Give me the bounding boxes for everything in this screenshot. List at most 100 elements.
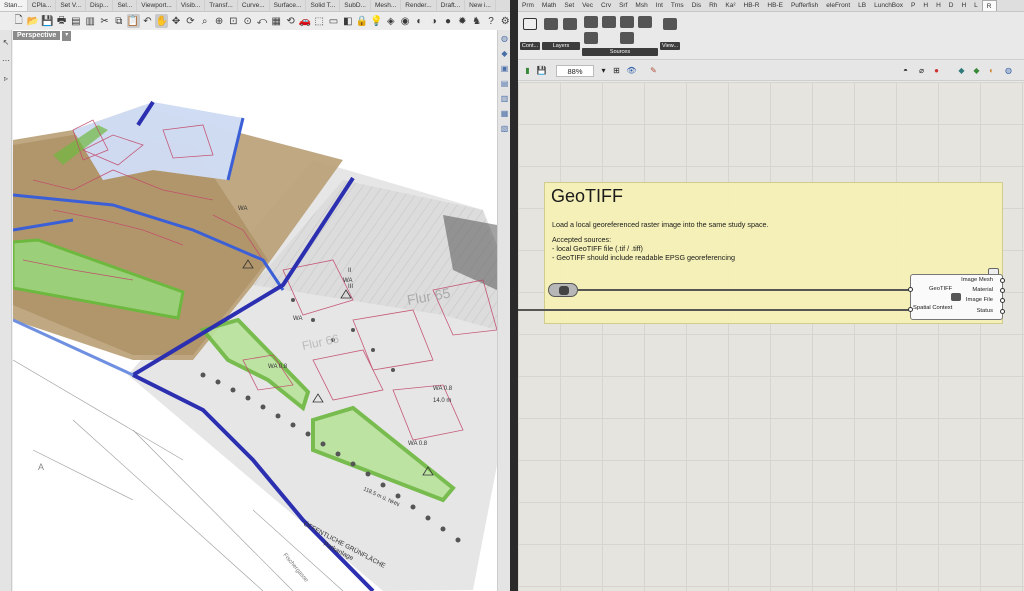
zoom-extents-icon[interactable]: ⊡ (227, 14, 240, 28)
light-bulb-icon[interactable]: ✹ (456, 14, 469, 28)
save-icon[interactable]: 💾 (41, 14, 54, 28)
source-icon-1[interactable] (584, 16, 598, 28)
source-icon-5[interactable] (584, 32, 598, 44)
preview-mode-icon[interactable]: ◓ (900, 65, 911, 76)
rhino-tab[interactable]: Viewport... (137, 0, 177, 11)
output-grip[interactable] (1000, 298, 1005, 303)
context-icon[interactable] (523, 18, 537, 30)
set-viewport-icon[interactable]: ⟲ (284, 14, 297, 28)
material-icon[interactable]: ◈ (384, 14, 397, 28)
car-icon[interactable]: 🚗 (298, 14, 311, 28)
pan-hand-icon[interactable]: ✋ (155, 14, 169, 28)
rhino-tab[interactable]: Mesh... (371, 0, 402, 11)
rhino-tab[interactable]: New i... (465, 0, 496, 11)
rhino-tab[interactable]: Curve... (238, 0, 270, 11)
grasshopper-tab[interactable]: eleFront (822, 0, 854, 11)
output-image-file[interactable]: Image File (966, 297, 993, 303)
zoom-selected-icon[interactable]: ⊙ (241, 14, 254, 28)
properties-panel-icon[interactable]: ▣ (499, 64, 510, 75)
source-icon-2[interactable] (602, 16, 616, 28)
layer-icon[interactable]: ▭ (327, 14, 340, 28)
grasshopper-tab[interactable]: Set (560, 0, 578, 11)
paste-icon[interactable]: 📋 (126, 14, 140, 28)
print-icon[interactable]: 🖶 (55, 14, 68, 28)
grasshopper-tab[interactable]: HB-E (763, 0, 787, 11)
output-grip[interactable] (1000, 288, 1005, 293)
grasshopper-tab[interactable]: Math (538, 0, 560, 11)
viewport-dropdown-icon[interactable]: ▾ (62, 30, 72, 41)
grasshopper-tab[interactable]: H (957, 0, 970, 11)
rhino-tab[interactable]: Draft... (437, 0, 466, 11)
render-panel-icon[interactable]: ▧ (499, 124, 510, 135)
sketch-icon[interactable]: ✎ (648, 65, 659, 76)
color-wheel-icon[interactable]: ◉ (398, 14, 411, 28)
grasshopper-tab[interactable]: H (919, 0, 932, 11)
rhino-tab[interactable]: Transf... (205, 0, 238, 11)
rhino-tab[interactable]: Set V... (56, 0, 87, 11)
render-preview-icon[interactable]: ◑ (427, 14, 440, 28)
grasshopper-tab[interactable]: LunchBox (870, 0, 907, 11)
expand-toolbar-icon[interactable]: ▹ (1, 74, 11, 84)
viewport-label[interactable]: Perspective (13, 31, 61, 40)
wireframe-icon[interactable]: ⌀ (916, 65, 927, 76)
rhino-tab[interactable]: Solid T... (306, 0, 341, 11)
rhino-tab[interactable]: Disp... (86, 0, 114, 11)
zoom-icon[interactable]: ⌕ (198, 14, 211, 28)
window-splitter[interactable] (510, 0, 518, 591)
bake-icon[interactable]: ◆ (956, 65, 967, 76)
perspective-viewport[interactable]: Perspective ▾ Flur 65 Flur 66 ÖFFENTLICH… (13, 30, 497, 591)
grasshopper-canvas[interactable]: GeoTIFF Load a local georeferenced raste… (518, 82, 1024, 591)
globe-icon[interactable]: ◍ (1003, 65, 1014, 76)
grasshopper-tab[interactable]: LB (854, 0, 870, 11)
light-icon[interactable]: 💡 (370, 14, 383, 28)
zoom-extents-icon[interactable]: ⊞ (611, 65, 622, 76)
view-icon[interactable] (663, 18, 677, 30)
grasshopper-tab[interactable]: D (945, 0, 958, 11)
input-grip[interactable] (908, 307, 913, 312)
rhino-tab[interactable]: Sel... (113, 0, 138, 11)
source-icon-3[interactable] (620, 16, 634, 28)
input-grip[interactable] (908, 287, 913, 292)
grasshopper-tab[interactable]: Trns (667, 0, 688, 11)
pointer-icon[interactable]: ↖ (1, 38, 11, 48)
grasshopper-tab[interactable]: R (981, 0, 997, 11)
output-grip[interactable] (1000, 309, 1005, 314)
context-param-node[interactable] (548, 283, 578, 297)
ribbon-group-sources[interactable]: Sources (582, 14, 658, 56)
source-icon-4[interactable] (638, 16, 652, 28)
new-file-icon[interactable]: 🗋 (12, 14, 25, 28)
point-icon[interactable]: ⋯ (1, 56, 11, 66)
rhino-tab[interactable]: Visib... (177, 0, 206, 11)
ribbon-group-layers[interactable]: Layers (542, 14, 580, 56)
preview-eye-icon[interactable]: 👁 (626, 65, 637, 76)
display-panel-icon[interactable]: ▤ (499, 79, 510, 90)
rhino-tab[interactable]: Surface... (270, 0, 307, 11)
grasshopper-tab[interactable]: Pufferfish (787, 0, 822, 11)
output-material[interactable]: Material (972, 287, 993, 293)
lock-icon[interactable]: 🔒 (356, 14, 369, 28)
output-image-mesh[interactable]: Image Mesh (961, 277, 993, 283)
grasshopper-tab[interactable]: Crv (597, 0, 615, 11)
select-icon[interactable]: ⬚ (313, 14, 326, 28)
save-definition-icon[interactable]: 💾 (536, 65, 547, 76)
help-icon[interactable]: ? (484, 14, 497, 28)
zoom-dropdown-icon[interactable]: ▾ (598, 65, 609, 76)
grasshopper-tab[interactable]: Vec (578, 0, 597, 11)
cut-icon[interactable]: ✂ (98, 14, 111, 28)
grasshopper-tab[interactable]: Dis (688, 0, 705, 11)
grasshopper-tab[interactable]: Int (652, 0, 667, 11)
rotate-view-icon[interactable]: ⟳ (184, 14, 197, 28)
export-icon[interactable]: ▥ (84, 14, 97, 28)
rhino-tab[interactable]: CPla... (28, 0, 57, 11)
zoom-level[interactable]: 88% (556, 65, 594, 77)
grasshopper-tab[interactable]: Rh (705, 0, 721, 11)
source-icon-6[interactable] (620, 32, 634, 44)
rhino-tab[interactable]: SubD... (340, 0, 371, 11)
rhino-tab[interactable]: Stan... (0, 0, 28, 11)
grasshopper-tab[interactable]: P (907, 0, 919, 11)
grasshopper-tab[interactable]: Srf (615, 0, 631, 11)
render-icon[interactable]: ◐ (413, 14, 426, 28)
display-options-icon[interactable]: ◐ (986, 65, 997, 76)
libraries-panel-icon[interactable]: ▦ (499, 109, 510, 120)
undo-icon[interactable]: ↶ (141, 14, 154, 28)
